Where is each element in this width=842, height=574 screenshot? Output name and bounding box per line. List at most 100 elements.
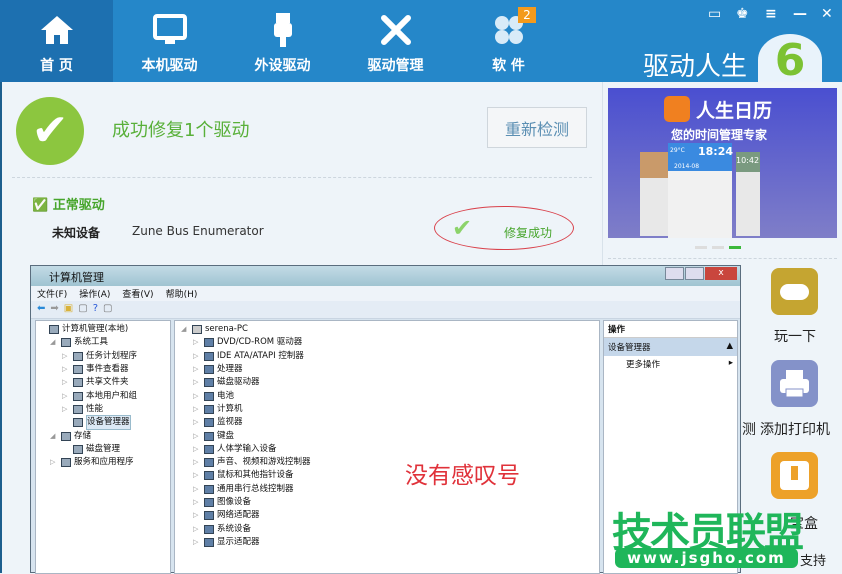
show-hide-icon[interactable]: ▢ <box>78 303 87 316</box>
divider <box>12 177 592 178</box>
ad-banner[interactable]: 人生日历 您的时间管理专家 29°C 18:24 2014-08 10:42 <box>608 88 837 238</box>
device-category: 未知设备 <box>52 226 101 240</box>
tab-label: 首 页 <box>40 58 73 74</box>
close-button[interactable]: x <box>705 267 737 280</box>
menu-view[interactable]: 查看(V) <box>122 290 153 300</box>
status-title: 成功修复1个驱动 <box>112 120 250 141</box>
device-category-item[interactable]: ▷ 鼠标和其他指针设备 <box>181 469 599 482</box>
device-category-item[interactable]: ▷ 系统设备 <box>181 522 599 535</box>
tab-label: 本机驱动 <box>141 58 198 74</box>
toolbar: ⬅ ➡ ▣ ▢? ▢ <box>31 301 740 319</box>
back-icon[interactable]: ⬅ <box>37 303 45 316</box>
device-category-item[interactable]: ▷ 键盘 <box>181 429 599 442</box>
device-category-item[interactable]: ▷ 图像设备 <box>181 496 599 509</box>
tree-item[interactable]: ◢ 系统工具 <box>38 336 168 349</box>
tree-item[interactable]: ◢ 存储 <box>38 429 168 442</box>
device-icon <box>204 458 214 468</box>
device-category-item[interactable]: ▷ 监视器 <box>181 416 599 429</box>
tree-item[interactable]: ▷ 性能 <box>38 403 168 416</box>
device-name: Zune Bus Enumerator <box>132 224 264 238</box>
menu-file[interactable]: 文件(F) <box>37 290 67 300</box>
usb-icon <box>226 0 339 50</box>
partial-label: 测 <box>742 422 756 438</box>
tab-driver-manage[interactable]: 驱动管理 <box>339 0 452 82</box>
ad-title: 人生日历 <box>696 100 773 122</box>
repair-result: 修复成功 <box>504 226 553 240</box>
success-check-icon: ✔ <box>16 97 84 165</box>
close-icon[interactable]: ✕ <box>821 6 833 22</box>
gamepad-icon[interactable] <box>771 268 818 315</box>
help-icon[interactable]: ? <box>93 303 98 316</box>
properties-icon[interactable]: ▢ <box>103 303 112 316</box>
device-category-item[interactable]: ▷ 显示适配器 <box>181 536 599 549</box>
printer-icon[interactable] <box>771 360 818 407</box>
skin-icon[interactable]: ♚ <box>736 6 749 22</box>
device-category-item[interactable]: ▷ 通用串行总线控制器 <box>181 483 599 496</box>
more-actions[interactable]: 更多操作 ▸ <box>604 356 737 370</box>
device-category-item[interactable]: ▷ 电池 <box>181 389 599 402</box>
device-icon <box>204 498 214 507</box>
tree-item[interactable]: 磁盘管理 <box>38 443 168 456</box>
folder-up-icon[interactable]: ▣ <box>64 303 73 316</box>
notification-badge: 2 <box>518 7 536 23</box>
device-category-item[interactable]: ▷ 人体学输入设备 <box>181 443 599 456</box>
usb-box-icon[interactable] <box>771 452 818 499</box>
tools-icon <box>339 0 452 50</box>
root-node[interactable]: ◢ serena-PC <box>181 323 599 336</box>
tab-label: 软 件 <box>492 58 525 74</box>
tree-item[interactable]: ▷ 共享文件夹 <box>38 376 168 389</box>
device-icon <box>204 351 214 361</box>
device-icon <box>204 511 214 521</box>
actions-header: 操作 <box>604 321 737 338</box>
device-icon <box>204 418 214 428</box>
tree-item[interactable]: ▷ 任务计划程序 <box>38 350 168 363</box>
check-icon: ✔ <box>452 214 473 242</box>
menu-icon[interactable]: ≡ <box>765 6 777 22</box>
forward-icon[interactable]: ➡ <box>50 303 58 316</box>
device-category-item[interactable]: ▷ 处理器 <box>181 363 599 376</box>
device-category-item[interactable]: ▷ 网络适配器 <box>181 509 599 522</box>
device-category-item[interactable]: ▷ IDE ATA/ATAPI 控制器 <box>181 350 599 363</box>
minimize-icon[interactable]: — <box>793 6 807 22</box>
device-category-item[interactable]: ▷ 计算机 <box>181 403 599 416</box>
brand-name: 驱动人生 <box>643 52 748 82</box>
recheck-button[interactable]: 重新检测 <box>487 107 587 148</box>
device-icon <box>204 391 214 401</box>
device-icon <box>204 537 214 547</box>
device-icon <box>204 365 214 375</box>
tree-pane: 计算机管理(本地) ◢ 系统工具 ▷ 任务计划程序 ▷ 事件查看器 ▷ 共享文件夹 ▷ 本地用户和组… <box>35 320 171 574</box>
phone-mock-left <box>640 152 668 236</box>
actions-section[interactable]: 设备管理器 ▲ <box>604 338 737 356</box>
device-category-item[interactable]: ▷ DVD/CD-ROM 驱动器 <box>181 336 599 349</box>
device-category-item[interactable]: ▷ 磁盘驱动器 <box>181 376 599 389</box>
tree-item[interactable]: 计算机管理(本地) <box>38 323 168 336</box>
tab-peripheral-driver[interactable]: 外设驱动 <box>226 0 339 82</box>
tool-label[interactable]: 添加打印机 <box>760 419 830 439</box>
device-category-item[interactable]: ▷ 声音、视频和游戏控制器 <box>181 456 599 469</box>
tree-item[interactable]: ▷ 本地用户和组 <box>38 389 168 402</box>
device-icon <box>204 444 214 454</box>
window-title: 计算机管理 <box>31 266 740 286</box>
tree-item[interactable]: ▷ 服务和应用程序 <box>38 456 168 469</box>
minimize-button[interactable] <box>665 267 684 280</box>
clover-icon <box>452 0 565 50</box>
tree-item[interactable]: ▷ 事件查看器 <box>38 363 168 376</box>
menu-help[interactable]: 帮助(H) <box>166 290 198 300</box>
brand-logo: 6 <box>758 34 822 86</box>
device-icon <box>204 524 214 534</box>
tab-home[interactable]: 首 页 <box>0 0 113 82</box>
chat-icon[interactable]: ▭ <box>708 6 721 22</box>
tree-item[interactable]: 设备管理器 <box>38 415 168 431</box>
support-label[interactable]: 支持 <box>800 550 826 569</box>
carousel-dots[interactable] <box>695 246 741 249</box>
maximize-button[interactable] <box>685 267 704 280</box>
menu-action[interactable]: 操作(A) <box>79 290 110 300</box>
tab-label: 驱动管理 <box>367 58 424 74</box>
tab-local-driver[interactable]: 本机驱动 <box>113 0 226 82</box>
device-icon <box>204 378 214 388</box>
phone-mock: 29°C 18:24 2014-08 <box>668 143 733 238</box>
phone-mock-right: 10:42 <box>736 152 760 236</box>
tab-software[interactable]: 软 件 <box>452 0 565 82</box>
calendar-app-icon <box>664 96 690 122</box>
tool-label[interactable]: 玩一下 <box>774 326 816 346</box>
